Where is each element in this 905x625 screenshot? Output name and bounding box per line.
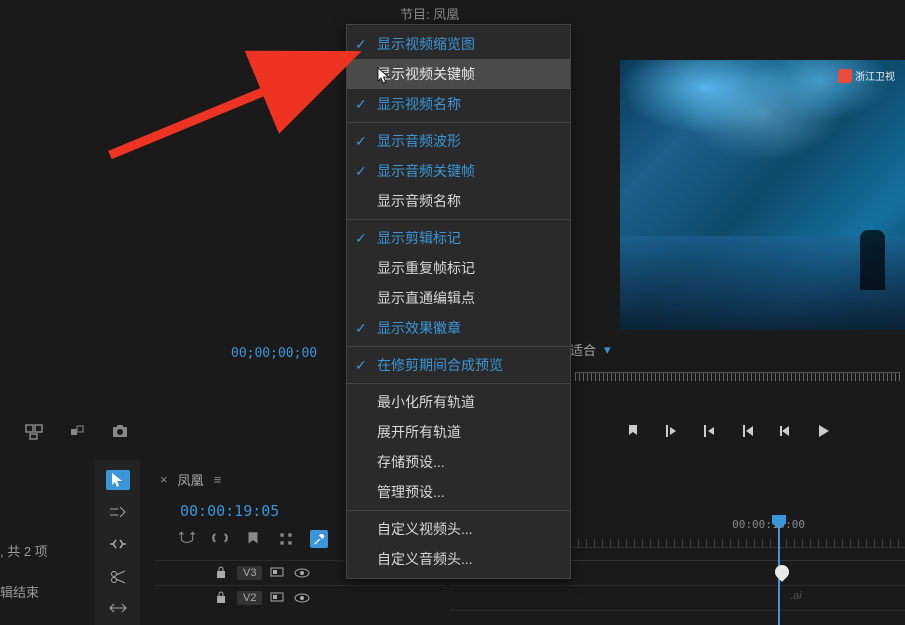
clip-label: .ai [790,590,802,602]
annotation-arrow [105,40,375,163]
menu-item[interactable]: ✓ 显示剪辑标记 [347,223,570,253]
check-icon: ✓ [355,96,367,113]
menu-item[interactable]: ✓ 在修剪期间合成预览 [347,350,570,380]
panel-title: 节目: 凤凰 [395,2,464,26]
eye-icon[interactable] [294,591,310,606]
menu-item-label: 显示音频名称 [377,191,461,211]
channel-watermark: 浙江卫视 [838,68,895,83]
wrench-icon[interactable] [310,530,328,548]
menu-separator [347,346,570,347]
menu-item[interactable]: 显示音频名称 [347,186,570,216]
menu-item[interactable]: 展开所有轨道 [347,417,570,447]
sequence-name: 凤凰 [178,470,204,489]
timeline-tools [95,460,140,625]
menu-separator [347,383,570,384]
toggle-output-icon[interactable] [270,591,286,606]
source-timecode[interactable]: 00;00;00;00 [231,346,317,361]
slip-tool[interactable] [106,598,130,618]
chevron-down-icon: ▾ [604,342,611,358]
close-icon[interactable]: × [160,472,168,487]
track-label[interactable]: V3 [237,566,262,580]
ruler-time-label: 00:00:15:00 [732,518,805,531]
menu-item-label: 显示重复帧标记 [377,258,475,278]
menu-item-label: 显示音频关键帧 [377,161,475,181]
link-icon[interactable] [211,530,229,548]
menu-item[interactable]: ✓ 显示效果徽章 [347,313,570,343]
clip-marker[interactable] [772,562,792,582]
track-select-tool[interactable] [106,502,130,522]
menu-item[interactable]: ✓ 显示音频关键帧 [347,156,570,186]
marker-icon[interactable] [244,530,262,548]
new-item-icon[interactable] [25,422,43,440]
menu-item-label: 存储预设... [377,452,445,472]
camera-icon[interactable] [111,422,129,440]
menu-item[interactable]: 显示视频关键帧 [347,59,570,89]
menu-item-label: 最小化所有轨道 [377,392,475,412]
timeline-display-menu: ✓ 显示视频缩览图显示视频关键帧 ✓ 显示视频名称 ✓ 显示音频波形 ✓ 显示音频关键帧显示音… [346,24,571,579]
source-panel-buttons [25,422,129,440]
menu-item-label: 自定义音频头... [377,549,473,569]
check-icon: ✓ [355,230,367,247]
menu-item-label: 显示音频波形 [377,131,461,151]
settings-icon[interactable] [277,530,295,548]
out-point-button[interactable] [701,423,717,439]
timeline-timecode[interactable]: 00:00:19:05 [180,502,279,520]
lock-icon[interactable] [215,590,229,607]
project-info: , 共 2 项 辑结束 [0,540,48,605]
snap-icon[interactable] [178,530,196,548]
eye-icon[interactable] [294,566,310,581]
lock-icon[interactable] [215,565,229,582]
program-monitor[interactable]: 浙江卫视 [620,60,905,330]
transport-bar [625,423,831,439]
menu-item-label: 显示剪辑标记 [377,228,461,248]
menu-item[interactable]: 自定义音频头... [347,544,570,574]
menu-item-label: 显示视频缩览图 [377,34,475,54]
menu-item[interactable]: 显示重复帧标记 [347,253,570,283]
menu-item-label: 展开所有轨道 [377,422,461,442]
menu-item-label: 在修剪期间合成预览 [377,355,503,375]
play-button[interactable] [815,423,831,439]
check-icon: ✓ [355,163,367,180]
check-icon: ✓ [355,320,367,337]
check-icon: ✓ [355,357,367,374]
track-v2-header[interactable]: V2 [155,585,445,610]
menu-separator [347,122,570,123]
program-ruler[interactable] [575,372,900,392]
menu-item[interactable]: ✓ 显示视频缩览图 [347,29,570,59]
track-label[interactable]: V2 [237,591,262,605]
menu-separator [347,219,570,220]
menu-item[interactable]: 管理预设... [347,477,570,507]
timeline-toolbar [178,530,328,548]
menu-item-label: 显示效果徽章 [377,318,461,338]
menu-icon[interactable]: ≡ [214,472,222,487]
toggle-output-icon[interactable] [270,566,286,581]
step-back-button[interactable] [777,423,793,439]
menu-separator [347,510,570,511]
ripple-edit-tool[interactable] [106,534,130,554]
check-icon: ✓ [355,36,367,53]
menu-item[interactable]: ✓ 显示音频波形 [347,126,570,156]
menu-item-label: 自定义视频头... [377,519,473,539]
menu-item[interactable]: 自定义视频头... [347,514,570,544]
in-point-button[interactable] [663,423,679,439]
check-icon: ✓ [355,133,367,150]
menu-item-label: 管理预设... [377,482,445,502]
menu-item-label: 显示视频名称 [377,94,461,114]
selection-tool[interactable] [106,470,130,490]
menu-item[interactable]: 最小化所有轨道 [347,387,570,417]
razor-tool[interactable] [106,566,130,586]
menu-item-label: 显示视频关键帧 [377,64,475,84]
label-icon[interactable] [68,422,86,440]
marker-button[interactable] [625,423,641,439]
zoom-fit-dropdown[interactable]: 适合 ▾ [570,340,611,359]
menu-item[interactable]: 显示直通编辑点 [347,283,570,313]
menu-item[interactable]: ✓ 显示视频名称 [347,89,570,119]
menu-item[interactable]: 存储预设... [347,447,570,477]
prev-frame-button[interactable] [739,423,755,439]
menu-item-label: 显示直通编辑点 [377,288,475,308]
sequence-tab[interactable]: × 凤凰 ≡ [160,470,221,489]
